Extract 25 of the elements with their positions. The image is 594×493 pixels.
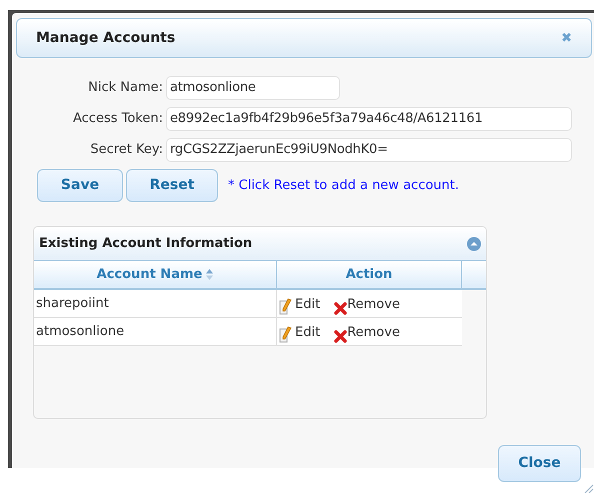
edit-link[interactable]: Edit	[279, 295, 320, 315]
resize-grip-icon[interactable]	[584, 484, 594, 493]
field-label: Access Token:	[72, 110, 164, 128]
cross-icon	[334, 330, 348, 343]
field-label: Secret Key:	[89, 141, 164, 160]
table-cell-text: sharepoiint	[36, 294, 109, 313]
column-header[interactable]: Action	[277, 261, 462, 288]
dialog-title: Manage Accounts	[36, 28, 176, 48]
cross-icon	[334, 302, 348, 315]
collapse-icon[interactable]	[467, 236, 481, 250]
table-cell-text: atmosonlione	[36, 322, 124, 341]
remove-link[interactable]: Remove	[334, 323, 400, 343]
text-field[interactable]: e8992ec1a9fb4f29b96e5f3a79a46c48/A6121161	[166, 107, 572, 131]
sort-icon[interactable]	[206, 269, 214, 280]
column-header[interactable]: Account Name	[34, 261, 277, 288]
field-label: Nick Name:	[87, 79, 164, 98]
text-field[interactable]: rgCGS2ZZjaerunEc99iU9NodhK0=	[166, 138, 572, 162]
close-button[interactable]: Close	[498, 445, 581, 482]
remove-link[interactable]: Remove	[334, 295, 400, 315]
text-field[interactable]: atmosonlione	[166, 76, 340, 100]
edit-link[interactable]: Edit	[279, 323, 320, 343]
save-button[interactable]: Save	[37, 169, 123, 202]
panel-title: Existing Account Information	[39, 234, 252, 253]
reset-button[interactable]: Reset	[126, 169, 218, 202]
hint-text: * Click Reset to add a new account.	[228, 176, 459, 195]
